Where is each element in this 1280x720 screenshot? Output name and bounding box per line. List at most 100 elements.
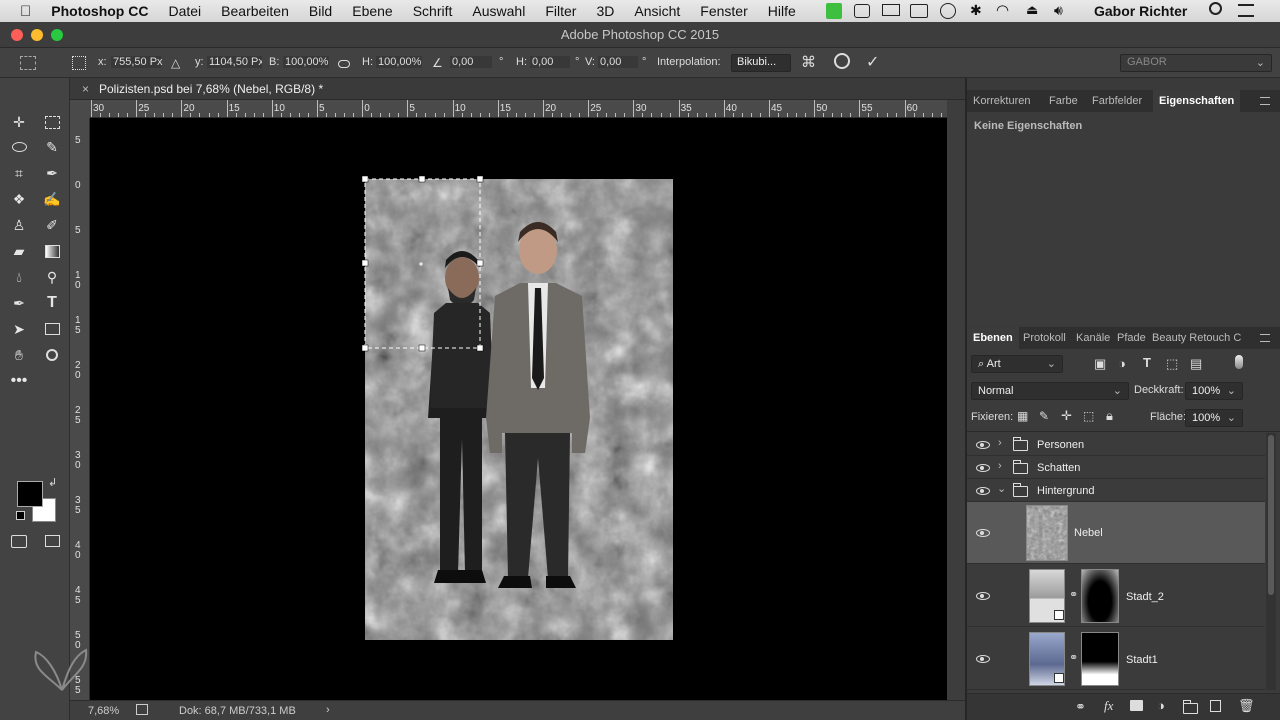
eye-icon[interactable] (976, 529, 990, 537)
dodge-tool-icon[interactable]: ⚲ (41, 266, 63, 288)
tab-korrekturen[interactable]: Korrekturen (973, 95, 1030, 107)
healing-brush-tool-icon[interactable]: ❖ (8, 188, 30, 210)
new-layer-icon[interactable] (1210, 700, 1221, 712)
tab-farbfelder[interactable]: Farbfelder (1092, 95, 1142, 107)
menu-ansicht[interactable]: Ansicht (634, 3, 680, 19)
eyedropper-tool-icon[interactable]: ✒ (41, 162, 63, 184)
hand-tool-icon[interactable]: ✋︎ (8, 344, 30, 366)
tab-beauty-retouch[interactable]: Beauty Retouch C (1152, 332, 1241, 344)
airplay-icon[interactable] (882, 4, 900, 16)
foreground-color-swatch[interactable] (17, 481, 43, 507)
menu-bild[interactable]: Bild (309, 3, 332, 19)
tab-farbe[interactable]: Farbe (1049, 95, 1078, 107)
v-skew-field[interactable]: 0,00 (598, 56, 638, 68)
marquee-tool-icon[interactable] (41, 111, 63, 133)
ruler-origin[interactable] (70, 100, 90, 118)
brush-tool-icon[interactable]: ✍ (41, 188, 63, 210)
adjustment-layer-icon[interactable]: ◑ (1157, 698, 1165, 713)
app-status-icon[interactable] (826, 3, 842, 19)
horizontal-ruler[interactable]: 30 25 20 15 10 5 0 5 10 15 20 25 30 35 40 45 50 55 60 (90, 100, 947, 118)
zoom-tool-icon[interactable] (41, 344, 63, 366)
layer-mask-thumbnail[interactable] (1081, 569, 1119, 623)
eye-icon[interactable] (976, 487, 990, 495)
default-colors-icon[interactable] (16, 511, 25, 520)
app-name-menu[interactable]: Photoshop CC (51, 3, 148, 19)
tab-pfade[interactable]: Pfade (1117, 332, 1146, 344)
wifi-icon[interactable]: ◠ (996, 1, 1009, 19)
chevron-right-icon[interactable]: › (998, 437, 1002, 449)
close-document-icon[interactable]: × (82, 82, 89, 96)
crop-tool-icon[interactable]: ⌗ (8, 162, 30, 184)
menu-auswahl[interactable]: Auswahl (472, 3, 525, 19)
menu-schrift[interactable]: Schrift (413, 3, 453, 19)
move-tool-icon[interactable]: ✛ (8, 111, 30, 133)
lock-transparent-pixels-icon[interactable]: ▦ (1017, 409, 1028, 423)
layer-row-stadt1[interactable]: ⚭ Stadt1 (967, 627, 1265, 690)
eye-icon[interactable] (976, 592, 990, 600)
opacity-field[interactable]: 100% ⌄ (1185, 382, 1243, 400)
chevron-right-icon[interactable]: › (998, 460, 1002, 472)
layer-row-nebel[interactable]: Nebel (967, 502, 1265, 564)
vertical-ruler[interactable]: 5051 01 52 02 53 03 54 04 55 05 5 (70, 118, 90, 700)
angle-field[interactable]: 0,00 (450, 56, 492, 68)
notification-center-icon[interactable] (1238, 4, 1254, 17)
blur-tool-icon[interactable]: 💧︎ (8, 266, 30, 288)
tab-protokoll[interactable]: Protokoll (1023, 332, 1066, 344)
eraser-tool-icon[interactable]: ▰ (8, 240, 30, 262)
screen-mode-icon[interactable] (41, 530, 63, 552)
filter-toggle-switch[interactable] (1235, 355, 1243, 369)
bluetooth-icon[interactable]: ✱ (970, 2, 982, 19)
eye-icon[interactable] (976, 655, 990, 663)
layer-filter-select[interactable]: ⌕ Art ⌄ (971, 355, 1063, 373)
time-machine-icon[interactable] (940, 3, 956, 19)
trash-icon[interactable]: 🗑︎ (1238, 698, 1255, 714)
menu-filter[interactable]: Filter (545, 3, 576, 19)
layers-scrollbar-thumb[interactable] (1268, 435, 1274, 595)
width-field[interactable]: 100,00% (283, 56, 329, 68)
blend-mode-select[interactable]: Normal ⌄ (971, 382, 1129, 400)
spotlight-search-icon[interactable] (1209, 2, 1222, 15)
menu-hilfe[interactable]: Hilfe (768, 3, 796, 19)
link-layers-icon[interactable]: ⚭ (1075, 699, 1086, 715)
cancel-transform-icon[interactable] (834, 53, 850, 69)
lock-all-icon[interactable]: 🔒︎ (1106, 408, 1113, 424)
zoom-window-button[interactable] (51, 29, 63, 41)
swap-colors-icon[interactable]: ↲ (48, 476, 57, 489)
user-name[interactable]: Gabor Richter (1094, 3, 1187, 19)
eye-icon[interactable] (976, 464, 990, 472)
close-window-button[interactable] (11, 29, 23, 41)
document-canvas[interactable] (90, 118, 947, 700)
lock-artboard-icon[interactable]: ⬚ (1083, 409, 1094, 423)
status-menu-arrow[interactable]: › (326, 704, 330, 716)
layer-mask-thumbnail[interactable] (1081, 632, 1119, 686)
display-icon[interactable] (910, 4, 928, 18)
path-selection-tool-icon[interactable]: ➤ (8, 318, 30, 340)
filter-pixel-icon[interactable]: ▣ (1094, 356, 1106, 372)
layer-row-personen[interactable]: › Personen (967, 433, 1265, 456)
commit-transform-icon[interactable]: ✓ (866, 52, 879, 72)
layers-scrollbar[interactable] (1266, 433, 1276, 690)
interpolation-select[interactable]: Bikubi... (731, 54, 791, 72)
canvas-area[interactable] (90, 118, 947, 700)
layer-row-hintergrund[interactable]: ⌄ Hintergrund (967, 479, 1265, 502)
messages-icon[interactable] (854, 4, 870, 18)
type-tool-icon[interactable]: T (41, 292, 63, 314)
eye-icon[interactable] (976, 441, 990, 449)
lock-position-icon[interactable]: ✛ (1061, 408, 1072, 424)
filter-type-icon[interactable]: T (1143, 355, 1151, 370)
menu-3d[interactable]: 3D (596, 3, 614, 19)
workspace-select[interactable]: GABOR ⌄ (1120, 54, 1272, 72)
layers-panel-menu-icon[interactable] (1260, 334, 1270, 342)
lasso-tool-icon[interactable] (8, 136, 30, 158)
document-tab[interactable]: × Polizisten.psd bei 7,68% (Nebel, RGB/8… (70, 78, 965, 100)
menu-bearbeiten[interactable]: Bearbeiten (221, 3, 289, 19)
quick-mask-icon[interactable] (8, 530, 30, 552)
clone-stamp-tool-icon[interactable]: ♙ (8, 214, 30, 236)
lock-image-pixels-icon[interactable]: ✎ (1039, 409, 1049, 423)
y-field[interactable]: 1104,50 Px (207, 56, 262, 68)
minimize-window-button[interactable] (31, 29, 43, 41)
zoom-level[interactable]: 7,68% (88, 705, 119, 717)
link-proportions-icon[interactable] (338, 60, 350, 68)
menu-fenster[interactable]: Fenster (700, 3, 747, 19)
delta-icon[interactable]: △ (171, 56, 180, 70)
